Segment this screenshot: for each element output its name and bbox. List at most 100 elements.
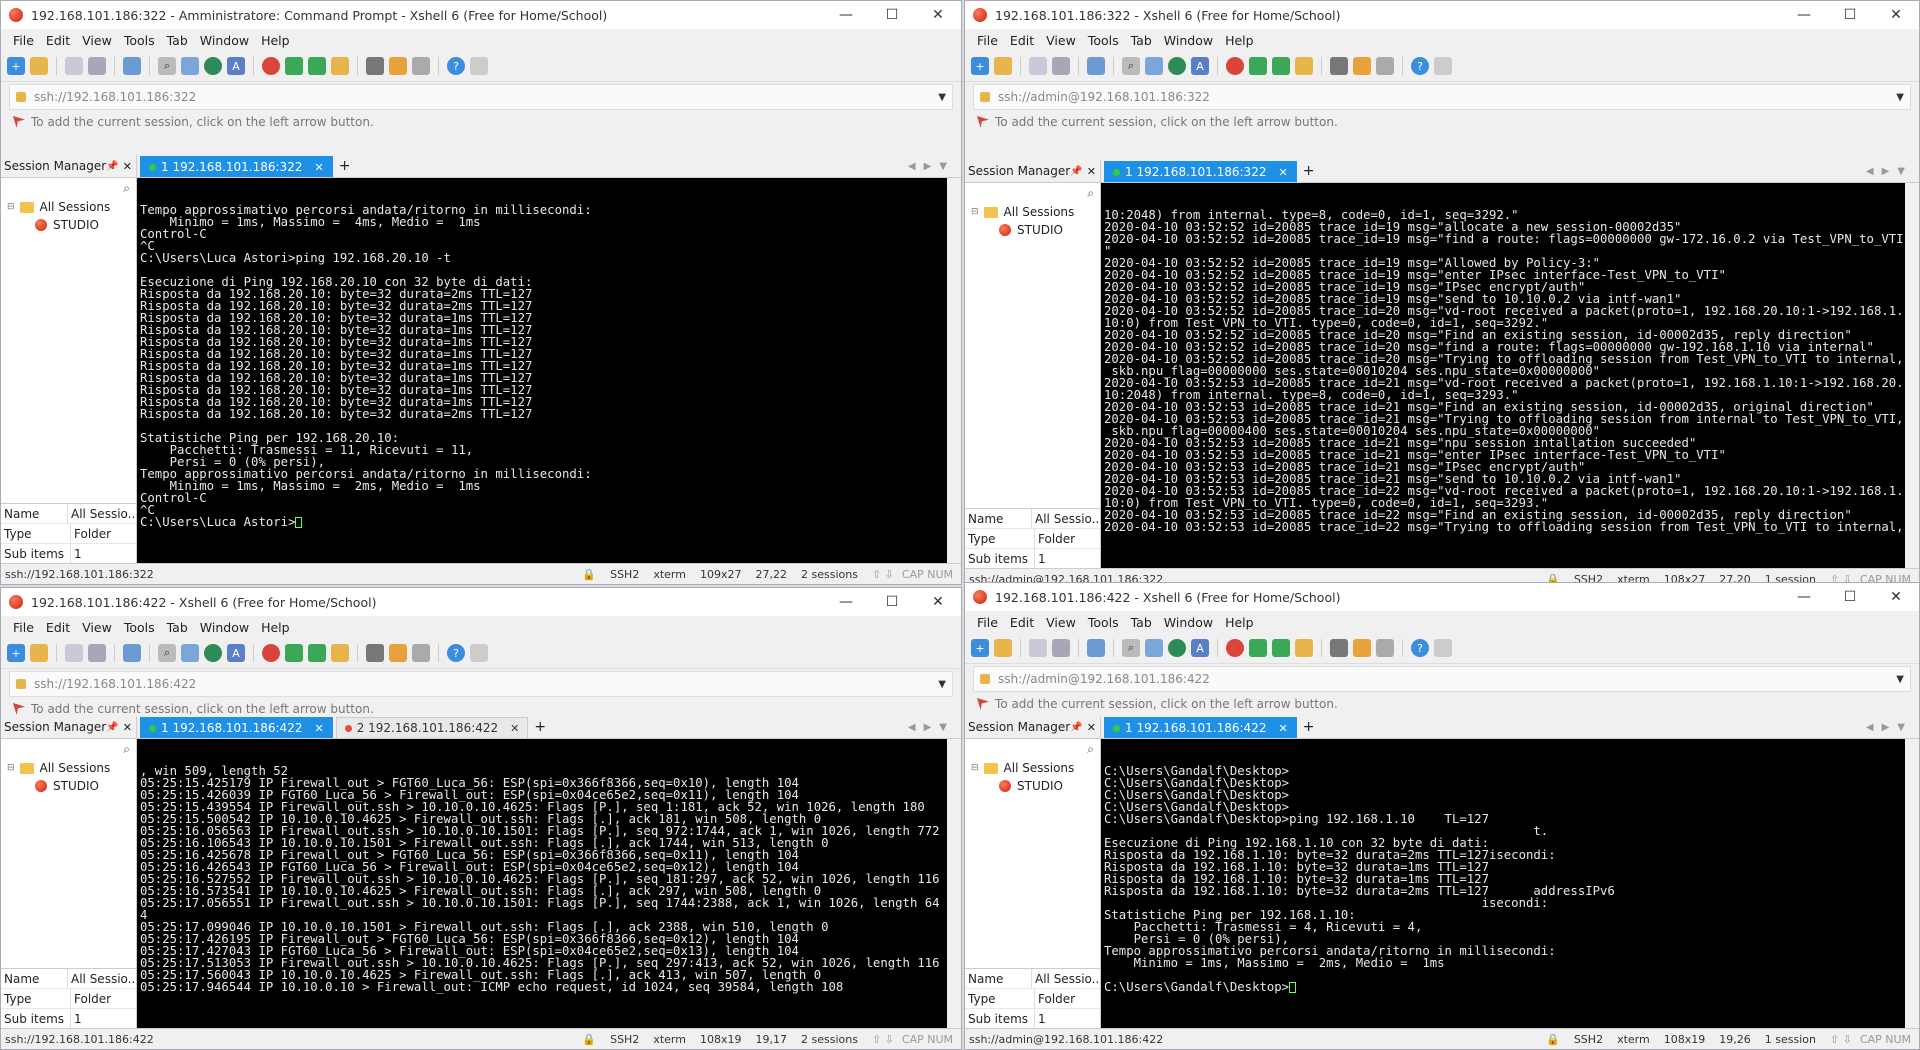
chat-icon[interactable]	[1434, 57, 1452, 75]
minimize-button[interactable]: —	[823, 588, 869, 616]
vertical-scrollbar[interactable]	[947, 739, 961, 1029]
lock-icon[interactable]	[331, 644, 349, 662]
pin-icon[interactable]: 📌	[1070, 722, 1082, 733]
close-icon[interactable]: ✕	[123, 721, 132, 734]
collapse-icon[interactable]: ⊟	[7, 202, 15, 212]
tree-item-all-sessions[interactable]: ⊟ All Sessions	[1, 759, 136, 777]
menu-edit[interactable]: Edit	[1004, 33, 1040, 48]
disconnect-icon[interactable]	[1029, 57, 1047, 75]
menu-tab[interactable]: Tab	[1125, 615, 1158, 630]
keyboard-icon[interactable]	[1330, 57, 1348, 75]
menu-view[interactable]: View	[1040, 33, 1082, 48]
close-button[interactable]: ✕	[1873, 1, 1919, 29]
maximize-button[interactable]: ☐	[869, 1, 915, 29]
transfer-icon[interactable]	[1249, 57, 1267, 75]
minimize-button[interactable]: —	[1781, 583, 1827, 611]
collapse-icon[interactable]: ⊟	[971, 207, 979, 217]
terminal-output[interactable]: C:\Users\Gandalf\Desktop> C:\Users\Gandal…	[1101, 739, 1919, 1029]
keyboard-icon[interactable]	[1330, 639, 1348, 657]
reconnect-icon[interactable]	[1052, 57, 1070, 75]
terminal-output[interactable]: Tempo approssimativo percorsi andata/rit…	[137, 178, 961, 564]
font-icon[interactable]: A	[227, 57, 245, 75]
close-icon[interactable]: ✕	[123, 160, 132, 173]
close-icon[interactable]: ✕	[1087, 165, 1096, 178]
properties-icon[interactable]	[123, 57, 141, 75]
chevron-down-icon[interactable]: ▼	[1896, 674, 1904, 685]
status-arrows-icon[interactable]: ⇧ ⇩	[872, 568, 894, 581]
lock-icon[interactable]	[331, 57, 349, 75]
collapse-icon[interactable]: ⊟	[7, 763, 15, 773]
tree-item-studio[interactable]: STUDIO	[965, 777, 1100, 795]
maximize-button[interactable]: ☐	[869, 588, 915, 616]
minimize-button[interactable]: —	[1781, 1, 1827, 29]
new-session-icon[interactable]: +	[7, 57, 25, 75]
find-icon[interactable]: ⌕	[158, 644, 176, 662]
add-tab-icon[interactable]: +	[333, 158, 357, 174]
pin-icon[interactable]: 📌	[106, 722, 118, 733]
collapse-icon[interactable]: ⊟	[971, 763, 979, 773]
reconnect-icon[interactable]	[1052, 639, 1070, 657]
status-arrows-icon[interactable]: ⇧ ⇩	[872, 1033, 894, 1046]
tree-item-all-sessions[interactable]: ⊟ All Sessions	[1, 198, 136, 216]
close-icon[interactable]: ✕	[1278, 722, 1287, 735]
compose-icon[interactable]	[1145, 57, 1163, 75]
tree-item-all-sessions[interactable]: ⊟ All Sessions	[965, 759, 1100, 777]
close-icon[interactable]: ✕	[1278, 166, 1287, 179]
arrow-icon[interactable]	[977, 698, 989, 710]
menu-help[interactable]: Help	[255, 620, 296, 635]
close-button[interactable]: ✕	[915, 588, 961, 616]
help-icon[interactable]: ?	[447, 644, 465, 662]
transfer-icon[interactable]	[285, 57, 303, 75]
tree-item-studio[interactable]: STUDIO	[1, 216, 136, 234]
script-icon[interactable]	[389, 644, 407, 662]
minimize-button[interactable]: —	[823, 1, 869, 29]
search-icon[interactable]: ⌕	[1, 739, 136, 759]
menu-window[interactable]: Window	[194, 620, 255, 635]
menu-tools[interactable]: Tools	[118, 33, 161, 48]
globe-icon[interactable]	[1168, 57, 1186, 75]
menu-help[interactable]: Help	[255, 33, 296, 48]
close-icon[interactable]: ✕	[1087, 721, 1096, 734]
tree-item-studio[interactable]: STUDIO	[965, 221, 1100, 239]
tree-item-studio[interactable]: STUDIO	[1, 777, 136, 795]
xftp-icon[interactable]	[262, 644, 280, 662]
layout-icon[interactable]	[1376, 639, 1394, 657]
vertical-scrollbar[interactable]	[1905, 739, 1919, 1029]
title-bar[interactable]: 192.168.101.186:422 - Xshell 6 (Free for…	[1, 588, 961, 616]
tree-item-all-sessions[interactable]: ⊟ All Sessions	[965, 203, 1100, 221]
chevron-down-icon[interactable]: ▼	[938, 679, 946, 690]
globe-icon[interactable]	[1168, 639, 1186, 657]
menu-window[interactable]: Window	[1158, 615, 1219, 630]
reconnect-icon[interactable]	[88, 57, 106, 75]
xftp-icon[interactable]	[262, 57, 280, 75]
menu-view[interactable]: View	[76, 33, 118, 48]
session-tab[interactable]: 1 192.168.101.186:422 ✕	[140, 717, 333, 738]
xftp-icon[interactable]	[1226, 639, 1244, 657]
menu-help[interactable]: Help	[1219, 33, 1260, 48]
close-icon[interactable]: ✕	[314, 161, 323, 174]
fullscreen-icon[interactable]	[308, 644, 326, 662]
menu-tab[interactable]: Tab	[161, 33, 194, 48]
vertical-scrollbar[interactable]	[947, 178, 961, 564]
status-arrows-icon[interactable]: ⇧ ⇩	[1830, 1033, 1852, 1046]
transfer-icon[interactable]	[1249, 639, 1267, 657]
session-tab[interactable]: 1 192.168.101.186:322 ✕	[1104, 161, 1297, 182]
address-bar[interactable]: ssh://192.168.101.186:322 ▼	[9, 84, 953, 110]
find-icon[interactable]: ⌕	[1122, 57, 1140, 75]
new-session-icon[interactable]: +	[7, 644, 25, 662]
menu-tools[interactable]: Tools	[1082, 615, 1125, 630]
open-folder-icon[interactable]	[994, 639, 1012, 657]
help-icon[interactable]: ?	[1411, 57, 1429, 75]
terminal-output[interactable]: , win 509, length 52 05:25:15.425179 IP F…	[137, 739, 961, 1029]
session-tab[interactable]: 2 192.168.101.186:422 ✕	[335, 717, 529, 738]
layout-icon[interactable]	[412, 644, 430, 662]
pin-icon[interactable]: 📌	[1070, 166, 1082, 177]
fullscreen-icon[interactable]	[1272, 57, 1290, 75]
search-icon[interactable]: ⌕	[965, 183, 1100, 203]
open-folder-icon[interactable]	[30, 57, 48, 75]
new-session-icon[interactable]: +	[971, 639, 989, 657]
font-icon[interactable]: A	[227, 644, 245, 662]
compose-icon[interactable]	[181, 57, 199, 75]
add-tab-icon[interactable]: +	[1297, 719, 1321, 735]
transfer-icon[interactable]	[285, 644, 303, 662]
